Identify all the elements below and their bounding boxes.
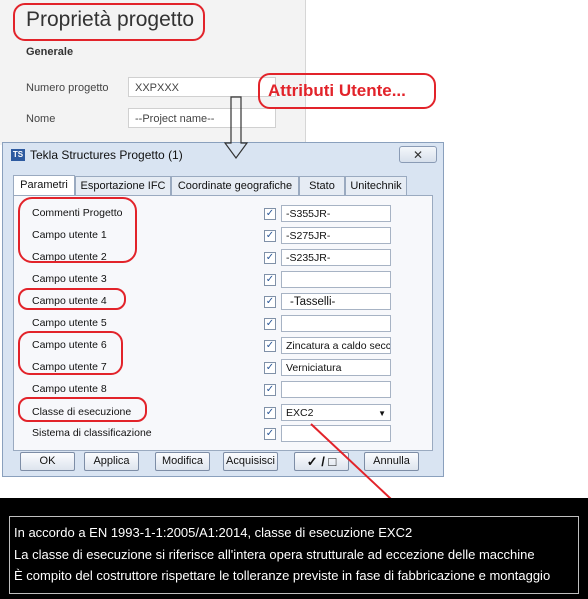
info-banner: In accordo a EN 1993-1-1:2005/A1:2014, c… <box>0 498 588 599</box>
banner-line-1-text: In accordo a EN 1993-1-1:2005/A1:2014, c… <box>14 525 379 540</box>
banner-line-3: È compito del costruttore rispettare le … <box>14 568 551 583</box>
banner-line-2: La classe di esecuzione si riferisce all… <box>14 547 535 562</box>
banner-line-1: In accordo a EN 1993-1-1:2005/A1:2014, c… <box>14 525 412 540</box>
down-arrow-icon <box>223 96 249 160</box>
banner-exc2-value: EXC2 <box>378 525 413 540</box>
